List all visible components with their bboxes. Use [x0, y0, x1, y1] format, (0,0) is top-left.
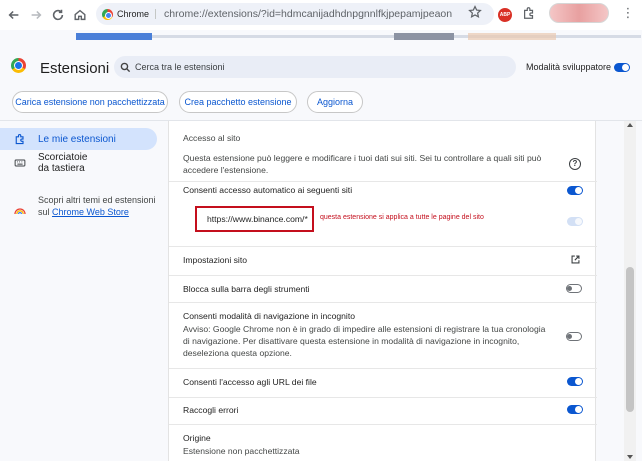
pin-toolbar-toggle[interactable] — [566, 284, 582, 293]
sidebar-item-my-extensions[interactable]: Le mie estensioni — [0, 128, 157, 150]
incognito-toggle[interactable] — [566, 332, 582, 341]
annotation-text: questa estensione si applica a tutte le … — [320, 214, 484, 221]
profile-avatar[interactable] — [549, 3, 609, 23]
update-button[interactable]: Aggiorna — [307, 91, 363, 113]
address-chip: Chrome — [117, 9, 157, 19]
keyboard-icon — [14, 159, 26, 167]
page-title: Estensioni — [40, 60, 110, 77]
search-icon — [120, 62, 131, 72]
reload-icon[interactable] — [47, 4, 69, 26]
page-scrollbar[interactable] — [624, 121, 636, 461]
scrollbar-thumb[interactable] — [626, 267, 634, 412]
chrome-web-store-link[interactable]: Chrome Web Store — [52, 207, 129, 217]
bookmark-star-icon[interactable] — [468, 5, 482, 19]
web-store-promo: Scopri altri temi ed estensioni sul Chro… — [38, 195, 156, 217]
web-store-rainbow-icon — [14, 208, 26, 214]
dev-mode-toggle[interactable] — [614, 63, 630, 72]
incognito-label: Consenti modalità di navigazione in inco… — [183, 311, 355, 321]
scroll-down-arrow-icon[interactable] — [627, 455, 633, 459]
site-url-toggle[interactable] — [567, 217, 583, 226]
open-external-icon[interactable] — [570, 254, 581, 265]
auto-access-label: Consenti accesso automatico ai seguenti … — [183, 185, 353, 195]
search-box[interactable] — [114, 56, 516, 78]
extensions-puzzle-icon[interactable] — [522, 6, 536, 20]
chrome-icon — [102, 8, 113, 20]
site-access-description: Questa estensione può leggere e modifica… — [183, 153, 542, 175]
collect-errors-label: Raccogli errori — [183, 405, 239, 415]
pack-extension-button[interactable]: Crea pacchetto estensione — [179, 91, 297, 113]
origin-value: Estensione non pacchettizzata — [183, 446, 300, 456]
sidebar-item-label: Scorciatoie da tastiera — [38, 152, 88, 174]
browser-toolbar: Chrome chrome://extensions/?id=hdmcanija… — [0, 0, 642, 30]
home-icon[interactable] — [69, 4, 91, 26]
incognito-warning: Avviso: Google Chrome non è in grado di … — [183, 324, 546, 358]
adblock-extension-icon[interactable]: ABP — [498, 8, 512, 22]
search-input[interactable] — [135, 62, 505, 72]
address-bar[interactable]: Chrome chrome://extensions/?id=hdmcanija… — [96, 3, 494, 25]
auto-access-toggle[interactable] — [567, 186, 583, 195]
origin-heading: Origine — [183, 433, 211, 443]
site-settings-label[interactable]: Impostazioni sito — [183, 254, 583, 266]
tab-strip-bar — [76, 33, 641, 40]
sidebar-item-label: Le mie estensioni — [38, 133, 116, 145]
pin-toolbar-label: Blocca sulla barra degli strumenti — [183, 284, 310, 294]
menu-kebab-icon[interactable]: ⋮ — [621, 5, 635, 21]
file-urls-toggle[interactable] — [567, 377, 583, 386]
allowed-site-url: https://www.binance.com/* — [195, 206, 314, 232]
scroll-up-arrow-icon[interactable] — [627, 123, 633, 127]
forward-arrow-icon[interactable] — [25, 4, 47, 26]
back-arrow-icon[interactable] — [3, 4, 25, 26]
site-access-heading: Accesso al sito — [183, 133, 241, 143]
file-urls-label: Consenti l'accesso agli URL dei file — [183, 377, 317, 387]
address-url[interactable]: chrome://extensions/?id=hdmcanijadhdnpgn… — [164, 8, 452, 20]
chrome-logo-icon — [11, 58, 26, 73]
load-unpacked-button[interactable]: Carica estensione non pacchettizzata — [12, 91, 168, 113]
collect-errors-toggle[interactable] — [567, 405, 583, 414]
dev-mode-label: Modalità sviluppatore — [526, 62, 612, 72]
puzzle-icon — [15, 133, 24, 145]
help-icon[interactable]: ? — [569, 158, 581, 170]
extension-details-card: Accesso al sito Questa estensione può le… — [168, 121, 597, 461]
